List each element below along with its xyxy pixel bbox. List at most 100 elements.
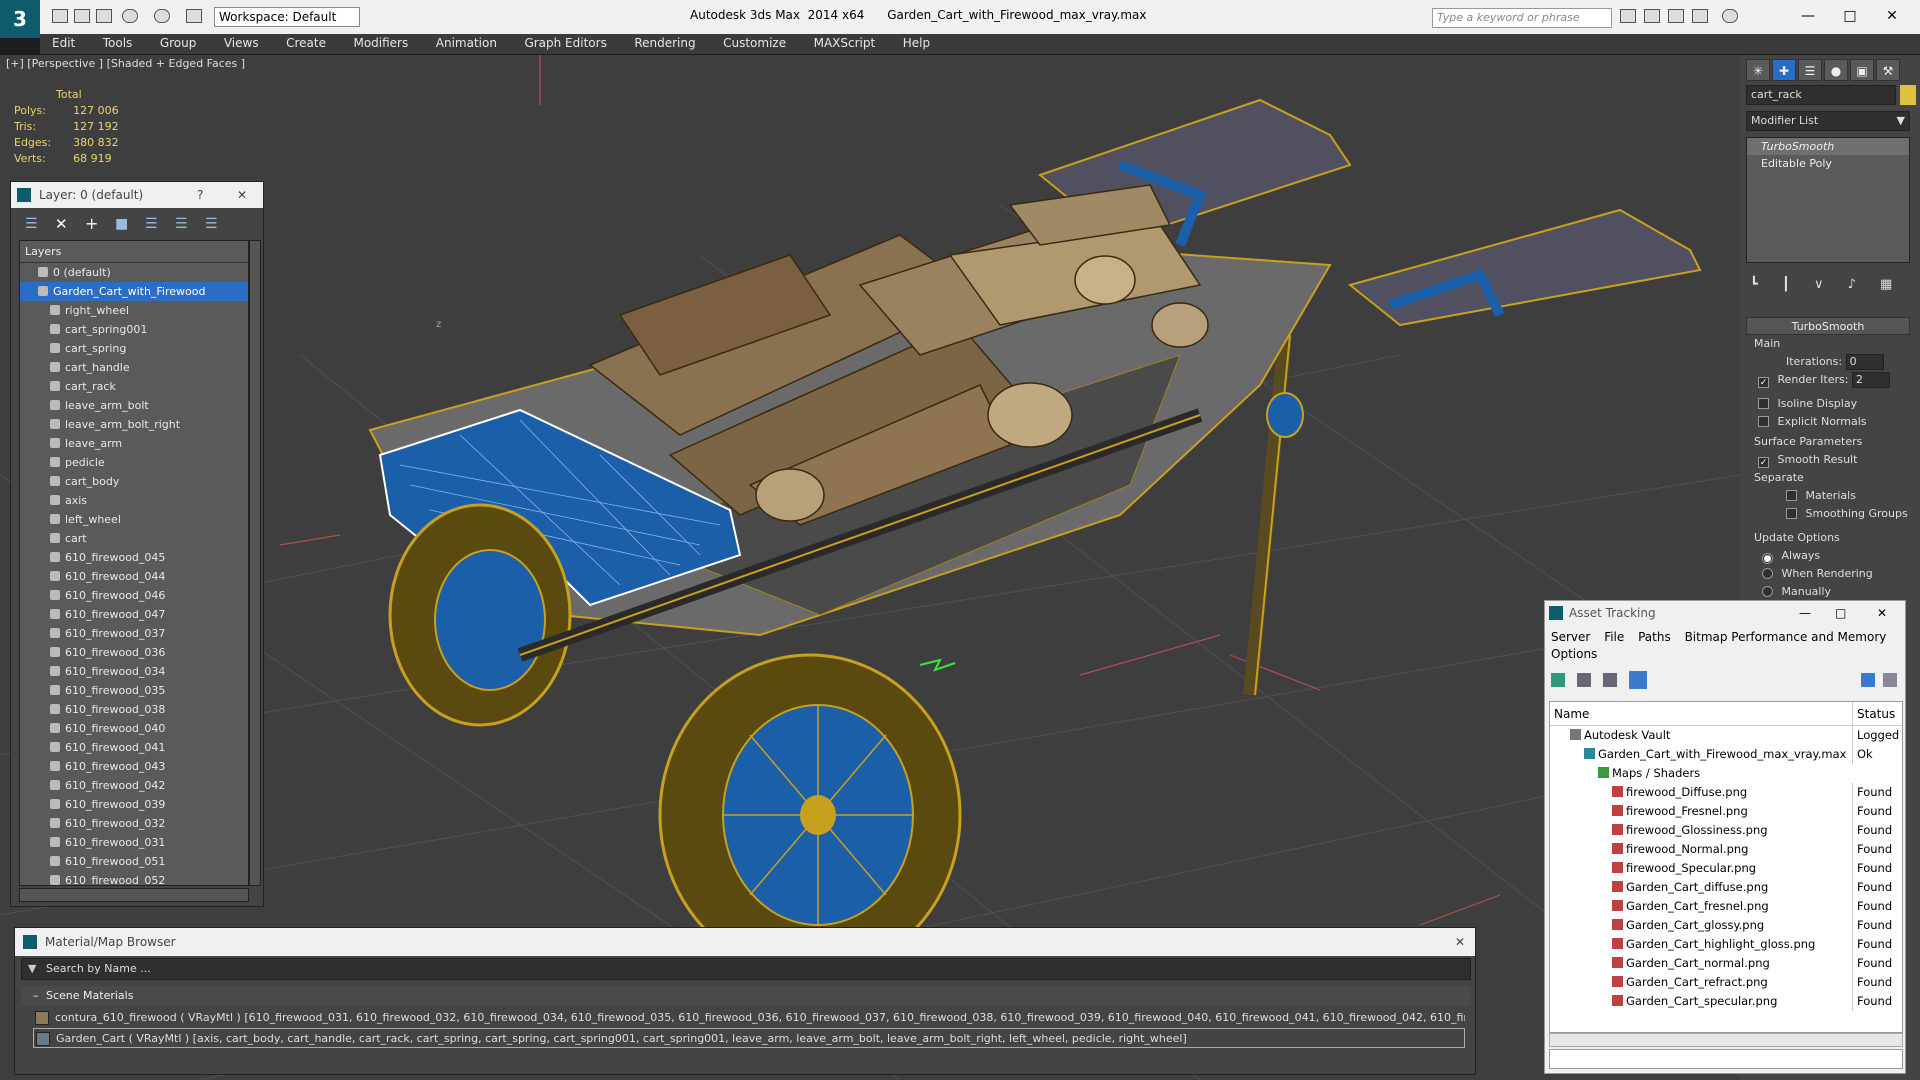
rollout-title[interactable]: TurboSmooth [1746,317,1910,335]
column-status[interactable]: Status [1852,702,1895,726]
asset-menu-paths[interactable]: Paths [1638,630,1671,644]
render-iters-spinner[interactable]: 2 [1851,372,1890,388]
layer-row[interactable]: 610_firewood_051 [20,852,248,871]
layer-row[interactable]: 610_firewood_039 [20,795,248,814]
help-icon[interactable]: ? [197,182,203,208]
layer-row[interactable]: Garden_Cart_with_Firewood [20,282,248,301]
menu-group[interactable]: Group [148,34,209,52]
asset-row[interactable]: Garden_Cart_diffuse.png Found [1550,878,1902,897]
layer-row[interactable]: 610_firewood_045 [20,548,248,567]
material-row[interactable]: contura_610_firewood ( VRayMtl ) [610_fi… [33,1008,1465,1028]
layer-panel-header[interactable]: Layer: 0 (default) ? ✕ [11,182,263,208]
show-end-result-icon[interactable]: ┃ [1782,277,1790,292]
close-icon[interactable]: ✕ [1877,601,1887,625]
table-view-icon[interactable] [1629,671,1647,689]
layer-list[interactable]: Layers 0 (default) Garden_Cart_with_Firew… [19,240,249,886]
layer-row[interactable]: 610_firewood_031 [20,833,248,852]
when-rendering-radio[interactable] [1762,568,1773,579]
layer-row[interactable]: left_wheel [20,510,248,529]
close-button[interactable]: ✕ [1872,4,1912,28]
select-objects-icon[interactable]: ■ [115,216,128,232]
menu-tools[interactable]: Tools [91,34,145,52]
layer-row[interactable]: leave_arm [20,434,248,453]
layer-row[interactable]: cart [20,529,248,548]
refresh-icon[interactable] [1551,673,1565,687]
menu-graph-editors[interactable]: Graph Editors [512,34,618,52]
keyword-search-input[interactable]: Type a keyword or phrase [1432,8,1612,28]
menu-help[interactable]: Help [891,34,942,52]
modifier-list-dropdown[interactable]: Modifier List ▼ [1746,111,1910,131]
project-folder-icon[interactable] [186,9,202,23]
render-iters-checkbox[interactable]: ✓ [1758,377,1769,388]
asset-menu-server[interactable]: Server [1551,630,1590,644]
modify-tab-icon[interactable]: ✚ [1772,59,1796,81]
layer-row[interactable]: 0 (default) [20,263,248,282]
menu-animation[interactable]: Animation [424,34,509,52]
layer-row[interactable]: 610_firewood_038 [20,700,248,719]
isoline-checkbox[interactable] [1758,398,1769,409]
asset-row[interactable]: Garden_Cart_normal.png Found [1550,954,1902,973]
layer-row[interactable]: 610_firewood_044 [20,567,248,586]
menu-customize[interactable]: Customize [711,34,798,52]
material-browser-header[interactable]: Material/Map Browser ✕ [15,928,1475,956]
asset-row[interactable]: firewood_Specular.png Found [1550,859,1902,878]
new-file-icon[interactable] [52,9,68,23]
asset-menu-bitmap[interactable]: Bitmap Performance and Memory [1685,630,1887,644]
help-icon[interactable] [1722,9,1738,23]
layer-row[interactable]: 610_firewood_036 [20,643,248,662]
menu-maxscript[interactable]: MAXScript [802,34,888,52]
material-row[interactable]: Garden_Cart ( VRayMtl ) [axis, cart_body… [33,1028,1465,1048]
layer-row[interactable]: 610_firewood_041 [20,738,248,757]
remove-modifier-icon[interactable]: ♪ [1848,277,1856,292]
create-tab-icon[interactable]: ✳ [1746,59,1770,81]
asset-row[interactable]: Autodesk Vault Logged O [1550,726,1902,745]
layer-vertical-scrollbar[interactable] [249,240,261,886]
close-icon[interactable]: ✕ [237,182,247,208]
binoculars-icon[interactable] [1620,9,1636,23]
asset-row[interactable]: Garden_Cart_glossy.png Found [1550,916,1902,935]
layer-row[interactable]: axis [20,491,248,510]
asset-menu-file[interactable]: File [1604,630,1624,644]
object-name-field[interactable]: cart_rack [1746,85,1896,105]
layer-row[interactable]: right_wheel [20,301,248,320]
minimize-button[interactable]: — [1788,4,1828,28]
minimize-icon[interactable]: — [1799,601,1811,625]
always-radio[interactable]: ● [1762,553,1773,564]
workspace-dropdown[interactable]: Workspace: Default [214,7,360,27]
layer-row[interactable]: cart_handle [20,358,248,377]
layer-row[interactable]: leave_arm_bolt_right [20,415,248,434]
layer-new-icon[interactable]: ☰ [25,216,38,232]
configure-sets-icon[interactable]: ▦ [1880,277,1892,292]
redo-icon[interactable] [154,9,170,23]
layer-row[interactable]: 610_firewood_046 [20,586,248,605]
manually-radio[interactable] [1762,586,1773,597]
help-icon[interactable] [1861,673,1875,687]
settings-icon[interactable] [1883,673,1897,687]
add-to-layer-icon[interactable]: + [85,214,98,233]
layer-row[interactable]: pedicle [20,453,248,472]
collapse-icon[interactable]: – [33,989,39,1002]
menu-create[interactable]: Create [274,34,338,52]
column-name[interactable]: Name [1554,702,1589,726]
layer-row[interactable]: 610_firewood_034 [20,662,248,681]
layer-row[interactable]: 610_firewood_052 [20,871,248,885]
motion-tab-icon[interactable]: ● [1824,59,1848,81]
smoothing-groups-checkbox[interactable] [1786,508,1797,519]
viewport-label[interactable]: [+] [Perspective ] [Shaded + Edged Faces… [6,57,245,70]
hierarchy-tab-icon[interactable]: ☰ [1798,59,1822,81]
open-file-icon[interactable] [74,9,90,23]
smooth-result-checkbox[interactable]: ✓ [1758,457,1769,468]
layer-row[interactable]: cart_body [20,472,248,491]
layer-row[interactable]: 610_firewood_047 [20,605,248,624]
freeze-all-icon[interactable]: ☰ [205,216,218,232]
app-logo-button[interactable]: 3 [0,0,40,38]
menu-views[interactable]: Views [212,34,271,52]
scene-materials-group[interactable]: – Scene Materials [21,986,1471,1006]
undo-icon[interactable] [122,9,138,23]
asset-row[interactable]: firewood_Diffuse.png Found [1550,783,1902,802]
exchange-icon[interactable] [1668,9,1684,23]
asset-table[interactable]: Name Status Autodesk VaultLogged O Garden… [1549,701,1903,1033]
layer-horizontal-scrollbar[interactable] [19,888,249,902]
asset-row[interactable]: Garden_Cart_refract.png Found [1550,973,1902,992]
layer-row[interactable]: 610_firewood_037 [20,624,248,643]
